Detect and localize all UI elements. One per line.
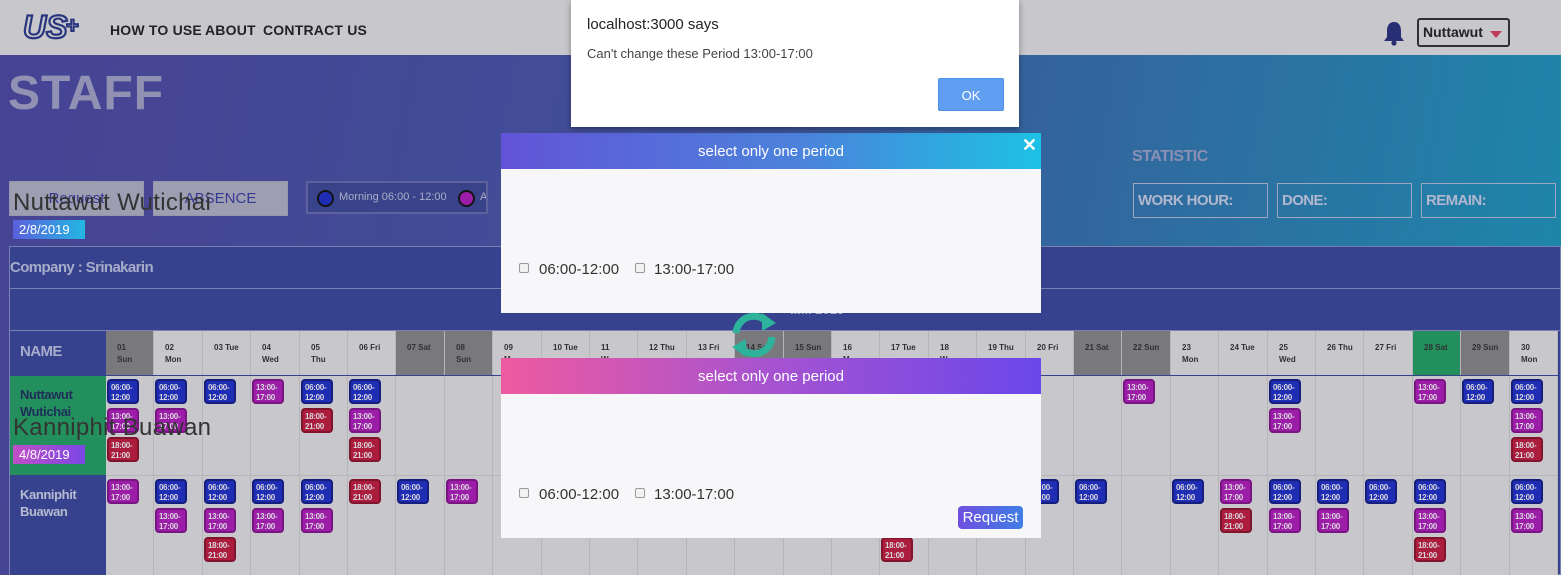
modal-request-button[interactable]: Request	[958, 506, 1023, 529]
refresh-icon	[732, 312, 776, 358]
modal-header-title: select only one period	[698, 143, 844, 160]
close-icon[interactable]: ✕	[1022, 135, 1037, 156]
morning-checkbox[interactable]	[519, 488, 529, 498]
afternoon-checkbox[interactable]	[635, 488, 645, 498]
alert-ok-button[interactable]: OK	[938, 78, 1004, 111]
afternoon-checkbox[interactable]	[635, 263, 645, 273]
afternoon-checkbox-label: 13:00-17:00	[654, 486, 735, 503]
afternoon-checkbox-label: 13:00-17:00	[654, 261, 735, 278]
morning-checkbox-label: 06:00-12:00	[539, 486, 620, 503]
alert-message: Can't change these Period 13:00-17:00	[587, 46, 813, 61]
browser-alert-dialog: localhost:3000 says Can't change these P…	[571, 0, 1019, 127]
modal-date-badge: 2/8/2019	[13, 220, 85, 239]
alert-title: localhost:3000 says	[587, 16, 719, 33]
morning-checkbox[interactable]	[519, 263, 529, 273]
modal-staff-name: Kanniphit Buawan	[13, 414, 212, 441]
modal-header-title: select only one period	[698, 368, 844, 385]
modal-header: select only one period	[501, 358, 1041, 394]
morning-checkbox-label: 06:00-12:00	[539, 261, 620, 278]
modal-staff-name: Nuttawut Wutichai	[13, 189, 212, 216]
period-modal-1: select only one period ✕	[501, 133, 1041, 313]
modal-date-badge: 4/8/2019	[13, 445, 85, 464]
modal-header: select only one period	[501, 133, 1041, 169]
